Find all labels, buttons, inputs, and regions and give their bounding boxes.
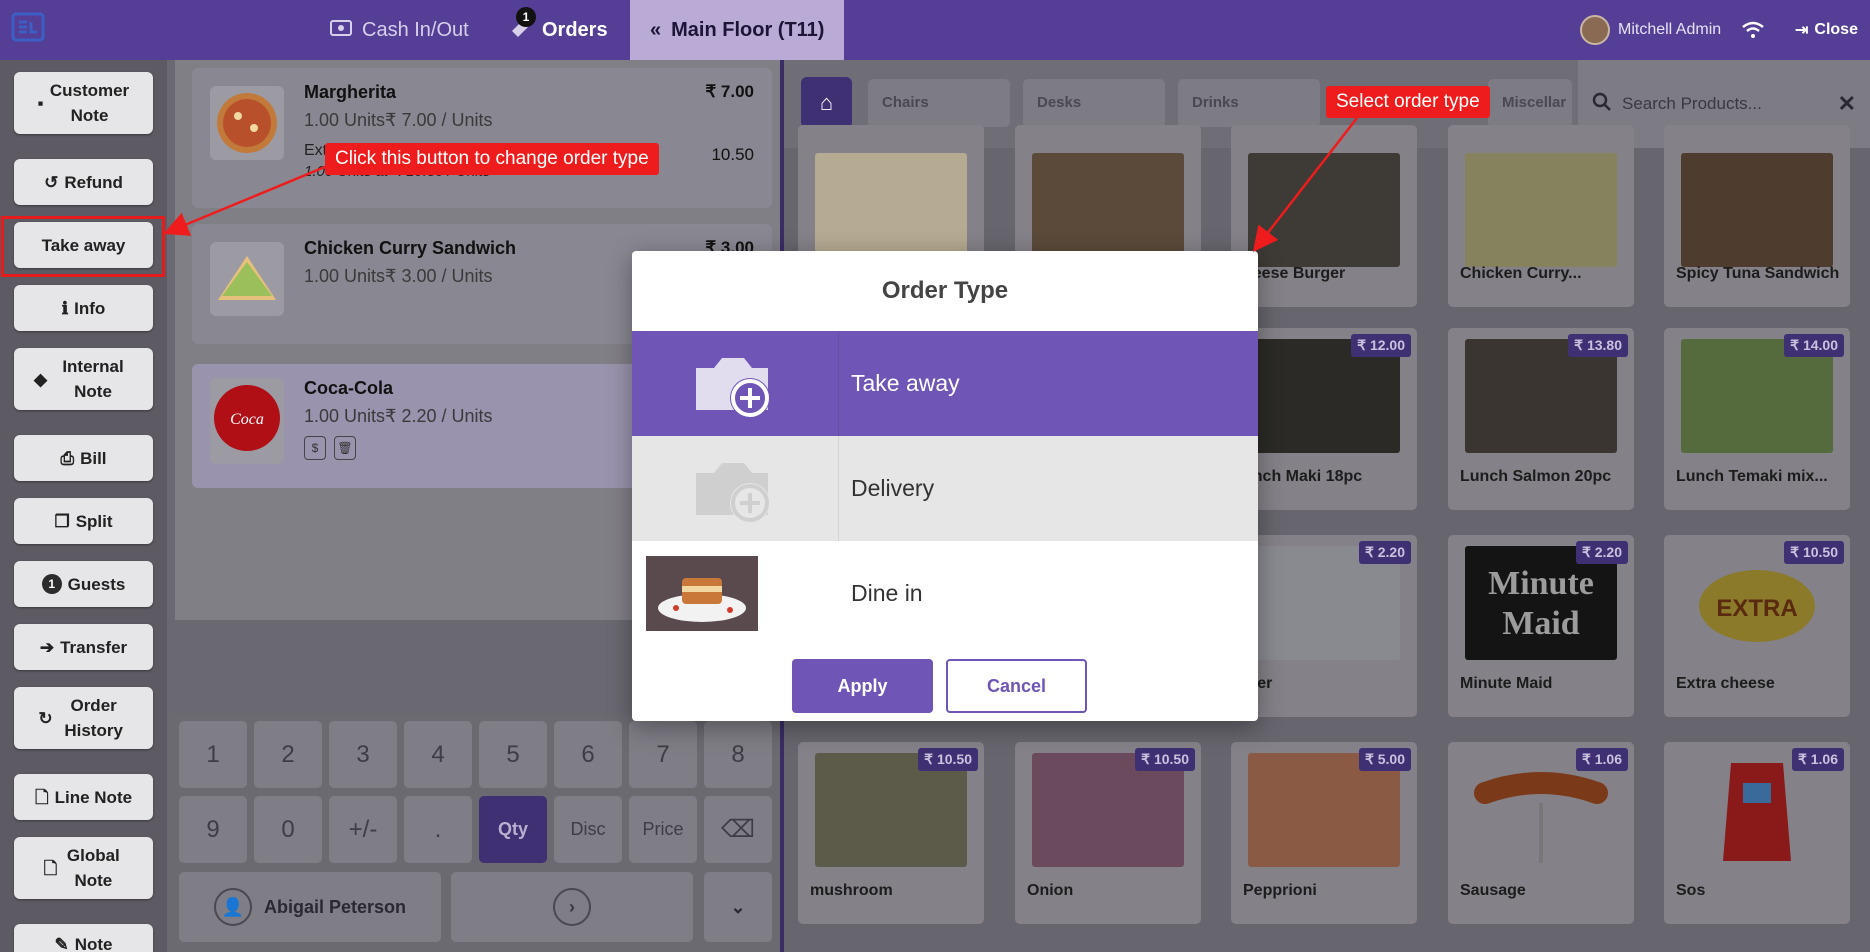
annotation-arrows: [163, 117, 1358, 252]
callout-change-order-type: Click this button to change order type: [325, 143, 659, 175]
callout-select-order-type: Select order type: [1326, 86, 1490, 118]
